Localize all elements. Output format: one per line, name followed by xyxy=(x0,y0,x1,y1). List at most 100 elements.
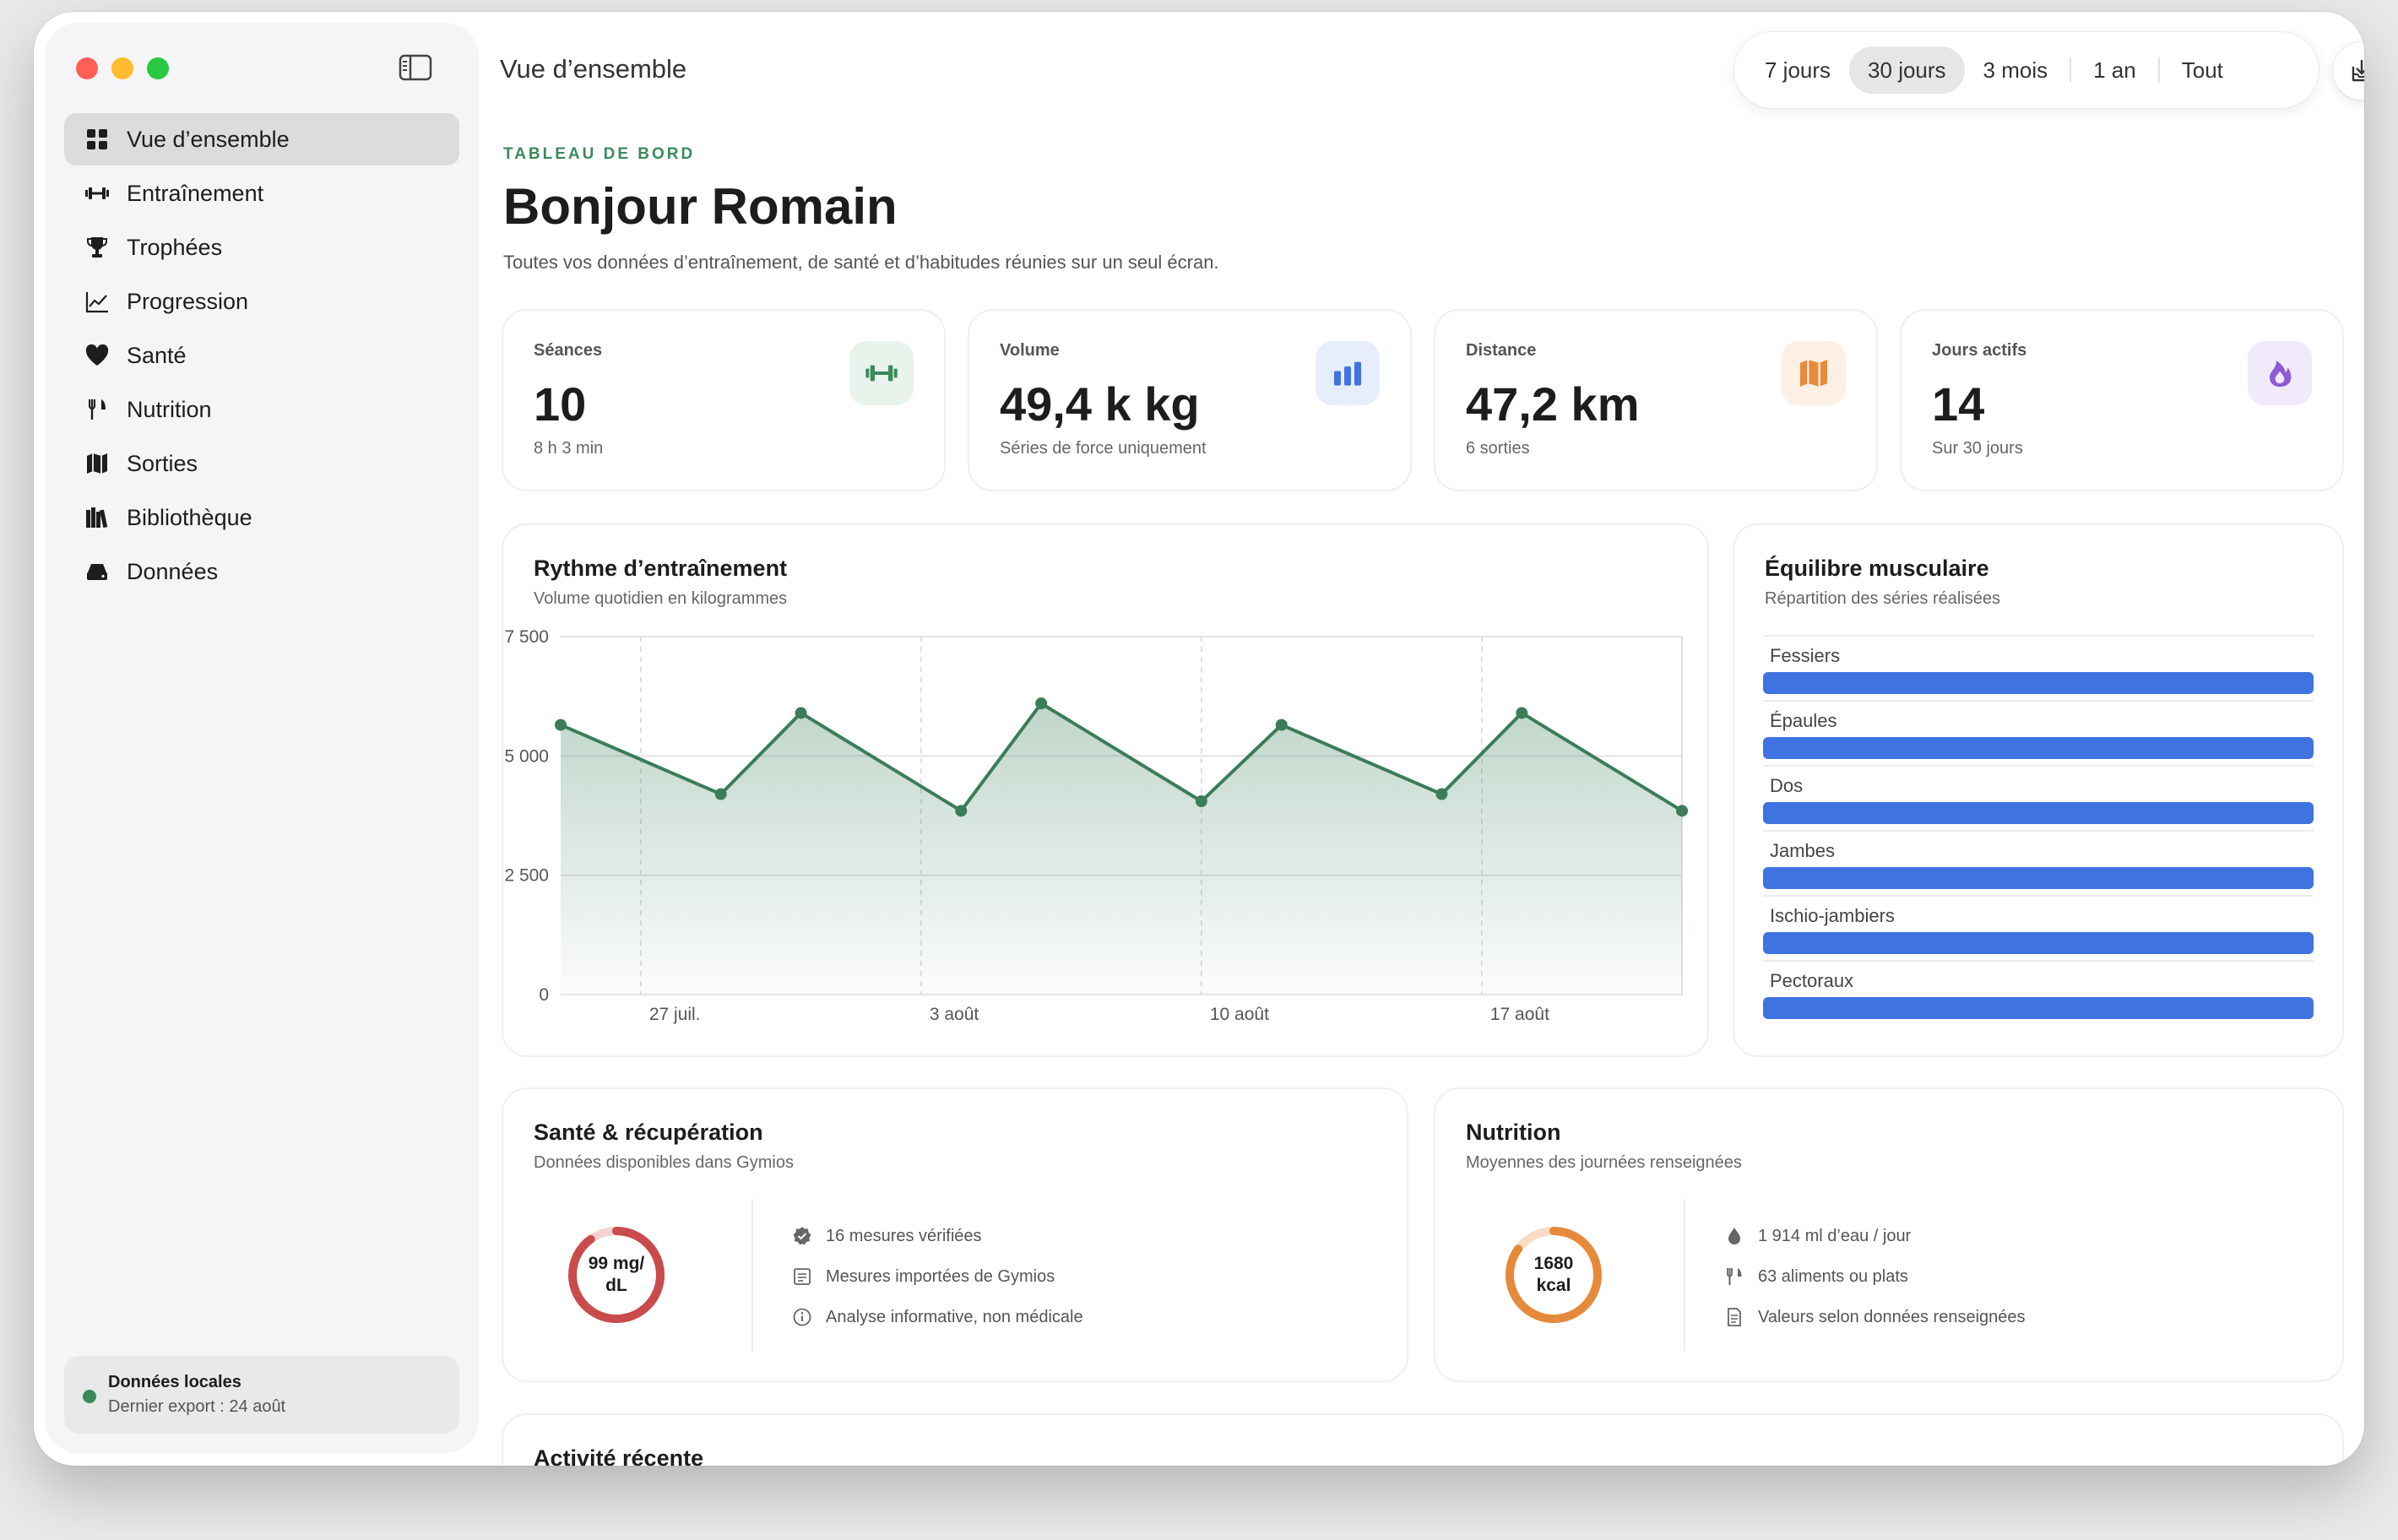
fork-knife-icon xyxy=(1727,1268,1742,1285)
stat-value: 47,2 km xyxy=(1466,377,1640,431)
chart-line-icon xyxy=(85,292,108,313)
minimize-window-button[interactable] xyxy=(111,57,133,79)
sidebar-item-health[interactable]: Santé xyxy=(64,329,459,382)
section-eyebrow: TABLEAU DE BORD xyxy=(503,145,696,163)
local-data-status: Données locales Dernier export : 24 août xyxy=(64,1356,459,1434)
flame-icon xyxy=(2248,341,2312,405)
drive-icon xyxy=(87,564,107,580)
info-row: Mesures importées de Gymios xyxy=(792,1266,1055,1287)
info-text: 16 mesures vérifiées xyxy=(826,1226,982,1245)
stat-card-volume[interactable]: Volume 49,4 k kg Séries de force uniquem… xyxy=(969,311,1410,490)
card-title: Nutrition xyxy=(1466,1120,1561,1145)
recent-activity-card: Activité récente xyxy=(503,1415,2342,1466)
export-button[interactable] xyxy=(2333,42,2364,100)
nutrition-card: Nutrition Moyennes des journées renseign… xyxy=(1435,1089,2342,1380)
muscle-row: Fessiers xyxy=(1763,635,2314,700)
card-subtitle: Données disponibles dans Gymios xyxy=(534,1153,794,1172)
data-point xyxy=(555,718,567,731)
sidebar-item-trophies[interactable]: Trophées xyxy=(64,221,459,274)
greeting-subtitle: Toutes vos données d’entraînement, de sa… xyxy=(503,252,1219,273)
volume-area xyxy=(561,703,1682,995)
muscle-label: Ischio-jambiers xyxy=(1770,905,1895,926)
sidebar: Vue d’ensemble Entraînement Trophées Pro… xyxy=(46,24,478,1452)
map-icon xyxy=(1782,341,1846,405)
glucose-ring: 99 mg/ dL xyxy=(566,1224,667,1326)
muscle-bar xyxy=(1763,737,2314,759)
close-window-button[interactable] xyxy=(76,57,98,79)
card-title: Équilibre musculaire xyxy=(1765,556,1989,581)
stat-card-active-days[interactable]: Jours actifs 14 Sur 30 jours xyxy=(1902,311,2342,490)
info-text: 1 914 ml d’eau / jour xyxy=(1758,1226,1912,1245)
sidebar-item-training[interactable]: Entraînement xyxy=(64,167,459,220)
info-row: 63 aliments ou plats xyxy=(1724,1266,1908,1287)
range-all-button[interactable]: Tout xyxy=(2163,46,2242,94)
x-tick-label: 3 août xyxy=(930,1005,979,1024)
range-3-months-button[interactable]: 3 mois xyxy=(1965,46,2067,94)
sidebar-item-progression[interactable]: Progression xyxy=(64,275,459,328)
muscle-bar xyxy=(1763,672,2314,694)
ring-unit: dL xyxy=(605,1276,627,1295)
stat-card-sessions[interactable]: Séances 10 8 h 3 min xyxy=(503,311,944,490)
books-icon xyxy=(86,507,108,529)
x-tick-label: 10 août xyxy=(1210,1005,1269,1024)
muscle-label: Dos xyxy=(1770,775,1804,796)
data-point xyxy=(795,707,807,719)
card-subtitle: Moyennes des journées renseignées xyxy=(1466,1153,1742,1172)
stat-value: 14 xyxy=(1932,377,1985,431)
ring-value: 1680 xyxy=(1533,1254,1574,1273)
info-row: Valeurs selon données renseignées xyxy=(1724,1307,2026,1327)
x-tick-label: 27 juil. xyxy=(649,1005,701,1024)
sidebar-item-library[interactable]: Bibliothèque xyxy=(64,491,459,544)
stat-label: Séances xyxy=(534,341,603,360)
muscle-bar xyxy=(1763,867,2314,889)
muscle-row: Épaules xyxy=(1763,700,2314,765)
divider xyxy=(2157,57,2160,83)
y-tick-label: 7 500 xyxy=(504,627,549,647)
range-1-year-button[interactable]: 1 an xyxy=(2075,46,2155,94)
stat-subtext: Sur 30 jours xyxy=(1932,439,2023,458)
status-dot xyxy=(83,1390,96,1403)
stat-label: Distance xyxy=(1466,341,1537,360)
info-row: 16 mesures vérifiées xyxy=(792,1226,982,1246)
stat-label: Jours actifs xyxy=(1932,341,2027,360)
x-tick-label: 17 août xyxy=(1490,1005,1549,1024)
muscle-label: Fessiers xyxy=(1770,645,1841,666)
range-7-days-button[interactable]: 7 jours xyxy=(1746,46,1849,94)
sidebar-item-overview[interactable]: Vue d’ensemble xyxy=(64,113,459,165)
sidebar-item-data[interactable]: Données xyxy=(64,545,459,598)
sidebar-item-label: Entraînement xyxy=(127,180,264,206)
card-title: Santé & récupération xyxy=(534,1120,763,1145)
muscle-row: Ischio-jambiers xyxy=(1763,895,2314,960)
sidebar-item-label: Nutrition xyxy=(127,396,212,422)
stat-card-distance[interactable]: Distance 47,2 km 6 sorties xyxy=(1435,311,1876,490)
ring-unit: kcal xyxy=(1536,1276,1571,1295)
data-point xyxy=(1516,707,1528,719)
status-subtitle: Dernier export : 24 août xyxy=(108,1397,286,1416)
trophy-icon xyxy=(87,237,107,258)
sidebar-item-outings[interactable]: Sorties xyxy=(64,437,459,490)
sidebar-item-label: Sorties xyxy=(127,450,198,476)
data-point xyxy=(1195,795,1207,808)
check-badge-icon xyxy=(793,1227,811,1245)
data-point xyxy=(714,788,727,800)
stat-label: Volume xyxy=(1000,341,1060,360)
info-text: Mesures importées de Gymios xyxy=(826,1266,1055,1286)
document-icon xyxy=(1728,1308,1741,1326)
info-row: Analyse informative, non médicale xyxy=(792,1307,1083,1327)
y-tick-label: 0 xyxy=(539,985,549,1005)
grid-icon xyxy=(87,129,107,149)
training-volume-chart: 0 2 500 5 000 7 500 27 juil. 3 août 10 août 17 … xyxy=(504,627,1688,1024)
heart-icon xyxy=(85,344,109,366)
muscle-row: Pectoraux xyxy=(1763,960,2314,1025)
info-text: Valeurs selon données renseignées xyxy=(1758,1307,2026,1326)
sidebar-toggle-icon[interactable] xyxy=(399,54,432,81)
training-rhythm-card: Rythme d’entraînement Volume quotidien e… xyxy=(503,525,1707,1055)
muscle-row: Dos xyxy=(1763,765,2314,830)
range-30-days-button[interactable]: 30 jours xyxy=(1849,46,1965,94)
sidebar-item-label: Données xyxy=(127,558,219,584)
sidebar-item-label: Santé xyxy=(127,342,187,368)
drop-icon xyxy=(1728,1228,1740,1244)
sidebar-item-nutrition[interactable]: Nutrition xyxy=(64,383,459,436)
zoom-window-button[interactable] xyxy=(147,57,169,79)
muscle-label: Épaules xyxy=(1770,710,1837,731)
